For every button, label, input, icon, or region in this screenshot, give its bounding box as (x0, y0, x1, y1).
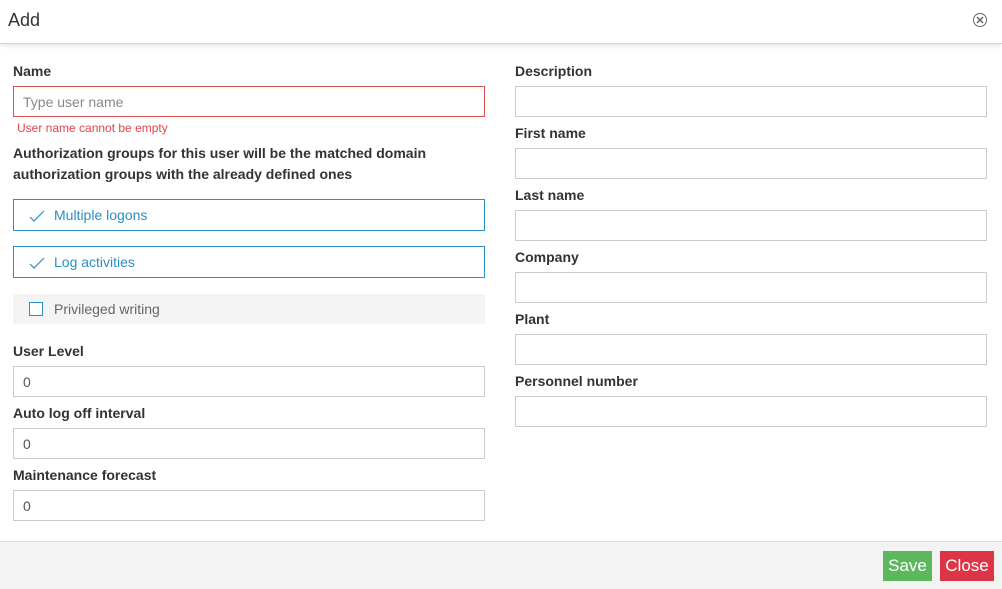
dialog-footer: Save Close (0, 541, 1002, 589)
company-label: Company (515, 249, 579, 265)
name-error-message: User name cannot be empty (17, 121, 168, 135)
multiple-logons-toggle[interactable]: Multiple logons (13, 199, 485, 231)
multiple-logons-label: Multiple logons (54, 207, 148, 223)
personnel-number-input[interactable] (515, 396, 987, 427)
save-button[interactable]: Save (883, 551, 932, 581)
user-level-input[interactable] (13, 366, 485, 397)
close-button[interactable]: Close (940, 551, 994, 581)
auto-log-off-label: Auto log off interval (13, 405, 146, 421)
name-input[interactable] (13, 86, 485, 117)
log-activities-label: Log activities (54, 254, 135, 270)
description-label: Description (515, 63, 593, 79)
last-name-label: Last name (515, 187, 585, 203)
user-level-label: User Level (13, 343, 84, 359)
first-name-label: First name (515, 125, 586, 141)
last-name-input[interactable] (515, 210, 987, 241)
check-icon (29, 257, 45, 269)
plant-label: Plant (515, 311, 550, 327)
dialog-header: Add (0, 0, 1002, 44)
checkbox-icon (29, 302, 43, 316)
dialog-title: Add (8, 10, 41, 30)
privileged-writing-checkbox[interactable]: Privileged writing (13, 294, 485, 324)
check-icon (29, 210, 45, 222)
plant-input[interactable] (515, 334, 987, 365)
maintenance-forecast-input[interactable] (13, 490, 485, 521)
name-label: Name (13, 63, 52, 79)
authorization-info-text: Authorization groups for this user will … (13, 145, 427, 182)
personnel-number-label: Personnel number (515, 373, 638, 389)
auto-log-off-input[interactable] (13, 428, 485, 459)
maintenance-forecast-label: Maintenance forecast (13, 467, 157, 483)
first-name-input[interactable] (515, 148, 987, 179)
log-activities-toggle[interactable]: Log activities (13, 246, 485, 278)
description-input[interactable] (515, 86, 987, 117)
close-circle-icon[interactable] (973, 13, 987, 27)
privileged-writing-label: Privileged writing (54, 301, 160, 317)
company-input[interactable] (515, 272, 987, 303)
